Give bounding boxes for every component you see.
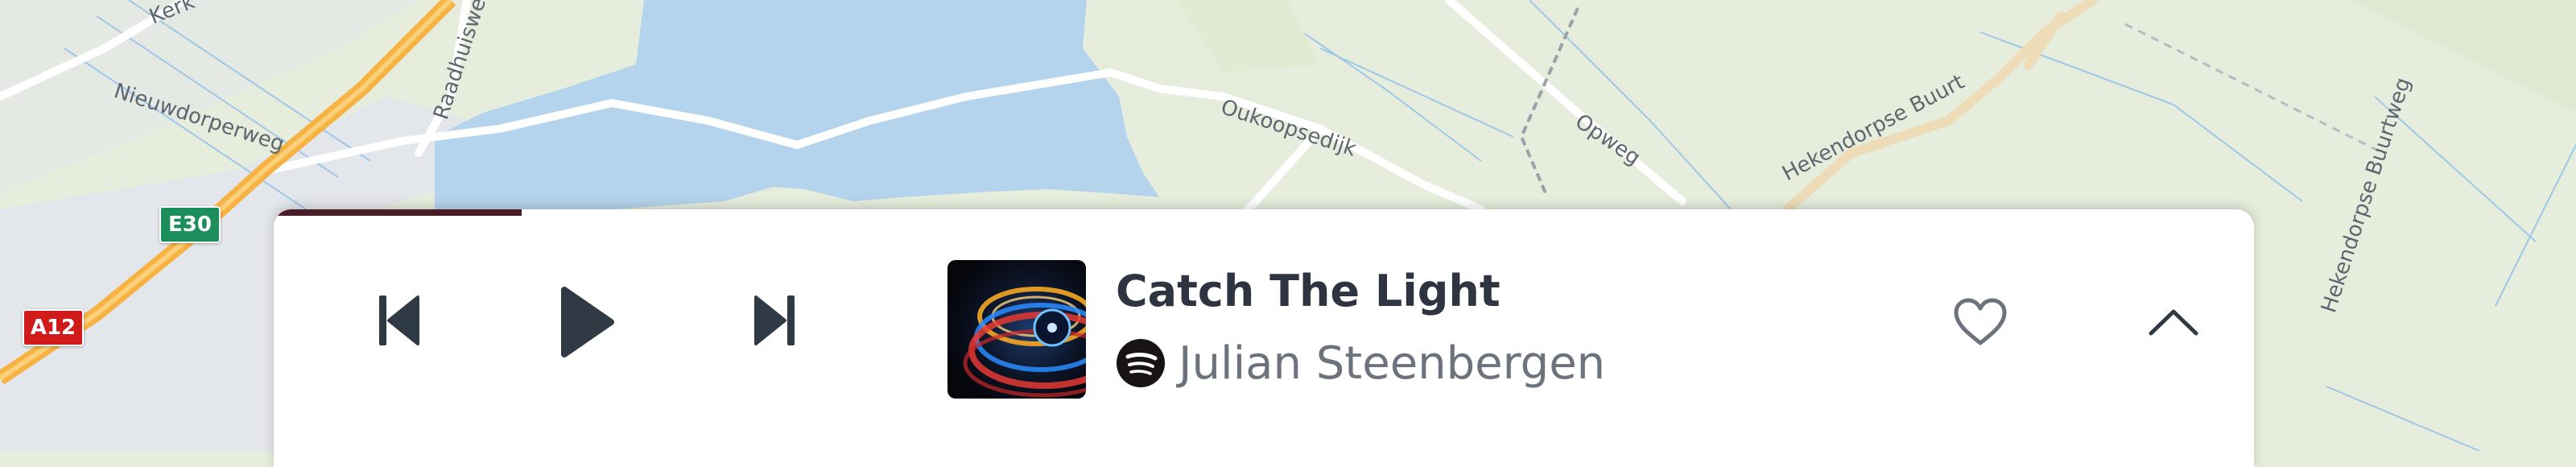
album-art[interactable] (947, 260, 1086, 399)
play-button[interactable] (547, 282, 628, 362)
spotify-icon (1117, 339, 1165, 387)
skip-previous-icon (379, 295, 419, 345)
next-track-button[interactable] (744, 290, 805, 351)
playback-progress-bar[interactable] (274, 209, 522, 216)
previous-track-button[interactable] (369, 290, 430, 351)
mini-player: Catch The Light Julian Steenbergen (274, 209, 2254, 467)
play-icon (561, 287, 614, 357)
road-shield-a12: A12 (23, 309, 84, 346)
artist-name: Julian Steenbergen (1179, 337, 1606, 390)
chevron-up-icon (2149, 309, 2198, 336)
album-art-image (947, 260, 1086, 399)
expand-player-button[interactable] (2141, 293, 2206, 351)
road-shield-e30: E30 (159, 206, 221, 243)
track-title[interactable]: Catch The Light (1116, 266, 1501, 316)
heart-icon (1954, 298, 2007, 345)
favorite-button[interactable] (1946, 290, 2014, 354)
skip-next-icon (754, 295, 795, 345)
artist-row: Julian Steenbergen (1116, 335, 1605, 391)
